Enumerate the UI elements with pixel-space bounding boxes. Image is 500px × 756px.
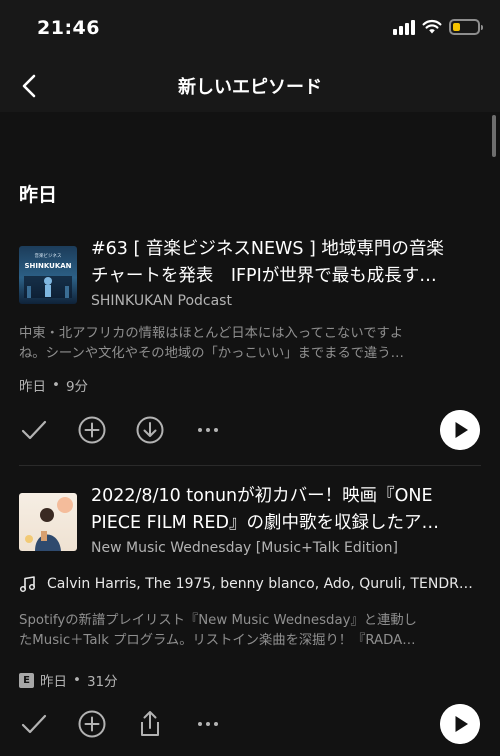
battery-icon xyxy=(449,19,483,35)
status-bar: 21:46 xyxy=(0,0,500,58)
episode-artwork[interactable] xyxy=(19,493,77,551)
add-to-library-icon[interactable] xyxy=(76,414,108,446)
meta-separator: • xyxy=(73,672,81,688)
episode-title-line2: チャートを発表 IFPIが世界で最も成長す… xyxy=(91,266,437,286)
mark-played-check-icon[interactable] xyxy=(18,708,50,740)
episode-divider xyxy=(19,465,481,466)
episode-title-line2: PIECE FILM RED』の劇中歌を収録したア… xyxy=(91,513,439,533)
episode-desc-line2: ね。シーンや文化やその地域の「かっこいい」までまるで違う… xyxy=(19,346,404,361)
episode-desc-line2: たMusic＋Talk プログラム。リストイン楽曲を深掘り！『RADA… xyxy=(19,633,416,648)
episode-actions xyxy=(0,410,500,454)
scroll-indicator[interactable] xyxy=(492,115,496,157)
episode-title-line1: #63 [ 音楽ビジネスNEWS ] 地域専門の音楽 xyxy=(91,239,444,259)
more-options-icon[interactable] xyxy=(192,708,224,740)
page-title: 新しいエピソード xyxy=(178,77,322,98)
episode-description: Spotifyの新譜プレイリスト『New Music Wednesday』と連動… xyxy=(19,611,481,651)
download-icon[interactable] xyxy=(134,414,166,446)
episode-meta: 昨日 • 9分 xyxy=(19,375,88,395)
explicit-badge: E xyxy=(19,672,34,688)
section-heading: 昨日 xyxy=(19,184,58,206)
episode-track-list[interactable]: Calvin Harris, The 1975, benny blanco, A… xyxy=(19,575,481,593)
episode-duration: 9分 xyxy=(65,379,89,395)
episode-desc-line1: 中東・北アフリカの情報はほとんど日本には入ってこないですよ xyxy=(19,326,404,341)
episode-show-name[interactable]: SHINKUKAN Podcast xyxy=(91,293,232,309)
signal-icon xyxy=(393,19,415,35)
episode-artists: Calvin Harris, The 1975, benny blanco, A… xyxy=(47,576,473,592)
artwork-subtitle: 音楽ビジネス xyxy=(35,252,62,259)
play-button-icon[interactable] xyxy=(440,410,480,450)
episode-artwork[interactable]: SHINKUKAN 音楽ビジネス xyxy=(19,246,77,304)
episode-meta: E 昨日 • 31分 xyxy=(19,670,118,690)
episode-description: 中東・北アフリカの情報はほとんど日本には入ってこないですよ ね。シーンや文化やそ… xyxy=(19,324,481,364)
wifi-icon xyxy=(422,19,442,34)
episode-show-name[interactable]: New Music Wednesday [Music+Talk Edition] xyxy=(91,540,398,556)
add-to-library-icon[interactable] xyxy=(76,708,108,740)
mark-played-check-icon[interactable] xyxy=(18,414,50,446)
music-note-icon xyxy=(19,576,36,593)
artwork-title: SHINKUKAN xyxy=(24,262,71,270)
status-time: 21:46 xyxy=(37,17,100,39)
episode-duration: 31分 xyxy=(86,674,118,690)
episode-actions xyxy=(0,704,500,748)
episode-title[interactable]: #63 [ 音楽ビジネスNEWS ] 地域専門の音楽 チャートを発表 IFPIが… xyxy=(91,236,481,290)
nav-bar: 新しいエピソード xyxy=(0,58,500,112)
episode-title-line1: 2022/8/10 tonunが初カバー！映画『ONE xyxy=(91,486,433,506)
episode-desc-line1: Spotifyの新譜プレイリスト『New Music Wednesday』と連動… xyxy=(19,613,417,628)
share-icon[interactable] xyxy=(134,708,166,740)
episode-date: 昨日 xyxy=(40,674,67,690)
status-icons xyxy=(393,19,483,35)
meta-separator: • xyxy=(52,377,60,393)
more-options-icon[interactable] xyxy=(192,414,224,446)
play-button-icon[interactable] xyxy=(440,704,480,744)
episode-title[interactable]: 2022/8/10 tonunが初カバー！映画『ONE PIECE FILM R… xyxy=(91,483,481,537)
episode-date: 昨日 xyxy=(19,379,46,395)
